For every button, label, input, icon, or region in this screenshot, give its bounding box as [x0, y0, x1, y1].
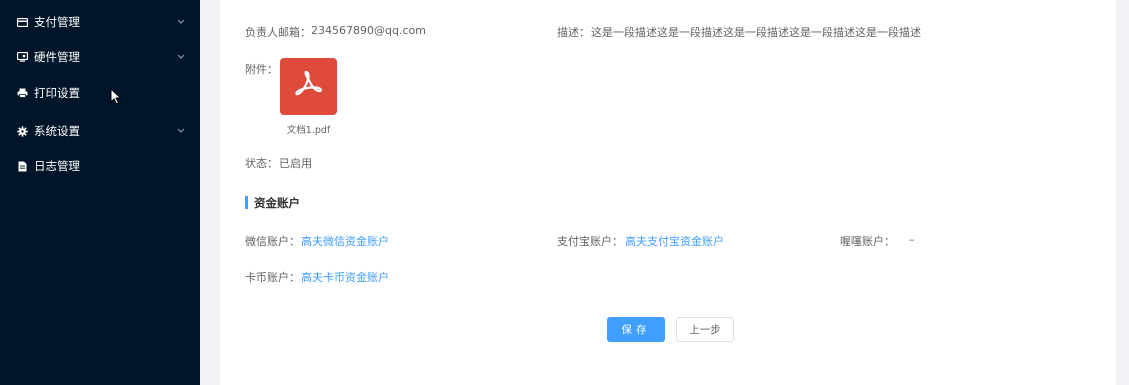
- sidebar-item-label: 支付管理: [34, 15, 80, 29]
- save-button[interactable]: 保存: [607, 317, 665, 342]
- status-label: 状态：: [245, 157, 278, 170]
- wechat-account-link[interactable]: 高夫微信资金账户: [301, 233, 389, 249]
- section-accent-bar: [245, 196, 248, 209]
- email-label: 负责人邮箱：: [245, 26, 311, 39]
- detail-panel: 负责人邮箱： 234567890@qq.com 描述： 这是一段描述这是一段描述…: [220, 0, 1116, 385]
- chevron-down-icon: [176, 126, 186, 136]
- previous-step-button[interactable]: 上一步: [676, 317, 734, 342]
- wechat-account-label: 微信账户：: [245, 235, 300, 248]
- alipay-account-link[interactable]: 高夫支付宝资金账户: [625, 233, 724, 249]
- sidebar-item-hardware[interactable]: 硬件管理: [0, 39, 200, 75]
- sidebar-item-system-settings[interactable]: 系统设置: [0, 113, 200, 149]
- alipay-account-label: 支付宝账户：: [557, 235, 623, 248]
- email-value: 234567890@qq.com: [311, 24, 426, 37]
- card-account-label: 卡币账户：: [245, 271, 300, 284]
- sidebar-item-label: 系统设置: [34, 124, 80, 138]
- description-label: 描述：: [557, 26, 590, 39]
- sidebar: 支付管理 硬件管理 打印设置 系统设置 日志管理: [0, 0, 200, 385]
- pdf-file-icon: [292, 68, 326, 106]
- description-value: 这是一段描述这是一段描述这是一段描述这是一段描述这是一段描述: [591, 26, 921, 39]
- sidebar-item-label: 硬件管理: [34, 50, 80, 64]
- section-title: 资金账户: [254, 196, 300, 210]
- sidebar-item-label: 打印设置: [34, 86, 80, 100]
- document-icon: [16, 160, 28, 172]
- mouse-cursor-icon: [110, 87, 122, 109]
- pdf-attachment[interactable]: [280, 58, 337, 115]
- sidebar-item-print-settings[interactable]: 打印设置: [0, 75, 200, 111]
- other-account-value: –: [909, 233, 915, 246]
- sidebar-item-payment[interactable]: 支付管理: [0, 4, 200, 40]
- hardware-icon: [16, 51, 28, 63]
- gear-icon: [16, 125, 28, 137]
- chevron-down-icon: [176, 52, 186, 62]
- credit-card-icon: [16, 16, 28, 28]
- chevron-down-icon: [176, 17, 186, 27]
- status-value: 已启用: [279, 157, 312, 170]
- other-account-label: 喔噻账户：: [840, 235, 895, 248]
- printer-icon: [16, 87, 28, 99]
- card-account-link[interactable]: 高夫卡币资金账户: [301, 269, 389, 285]
- sidebar-item-logs[interactable]: 日志管理: [0, 148, 200, 184]
- sidebar-item-label: 日志管理: [34, 159, 80, 173]
- attachment-filename[interactable]: 文档1.pdf: [280, 122, 337, 136]
- attachment-label: 附件：: [245, 63, 278, 76]
